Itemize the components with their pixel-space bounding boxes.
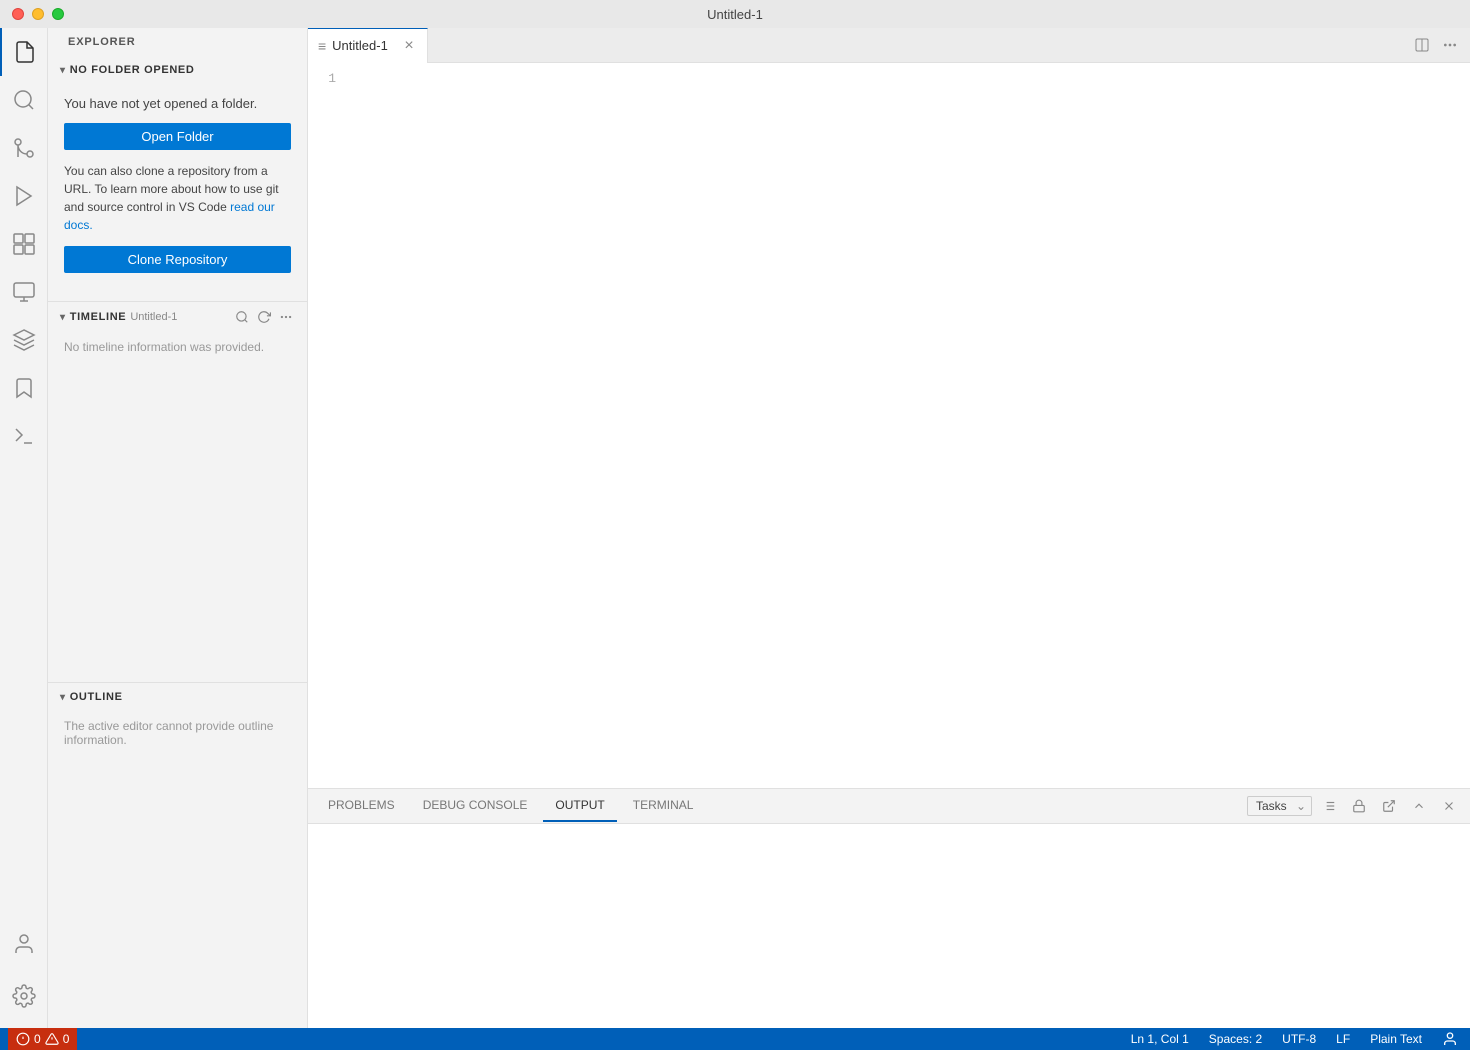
status-right: Ln 1, Col 1 Spaces: 2 UTF-8 LF Plain Tex… — [1127, 1028, 1462, 1050]
status-spaces[interactable]: Spaces: 2 — [1205, 1028, 1266, 1050]
timeline-header[interactable]: ▾ TIMELINE Untitled-1 — [48, 302, 307, 332]
lock-output-button[interactable] — [1346, 795, 1372, 817]
panel-content — [308, 824, 1470, 1028]
status-error-warning[interactable]: 0 0 — [8, 1028, 77, 1050]
code-editor[interactable]: 1 — [308, 63, 1470, 788]
tab-problems[interactable]: PROBLEMS — [316, 790, 407, 822]
no-folder-section: You have not yet opened a folder. Open F… — [48, 84, 307, 297]
status-bar: 0 0 Ln 1, Col 1 Spaces: 2 UTF-8 LF Plain… — [0, 1028, 1470, 1050]
language-label: Plain Text — [1370, 1032, 1422, 1046]
chevron-down-icon: ▾ — [60, 65, 66, 76]
clone-description: You can also clone a repository from a U… — [64, 162, 291, 234]
line-numbers: 1 — [308, 63, 348, 788]
outline-section: ▾ OUTLINE The active editor cannot provi… — [48, 682, 307, 755]
task-select-wrapper: Tasks — [1247, 796, 1312, 816]
timeline-chevron-icon: ▾ — [60, 312, 66, 323]
error-icon — [16, 1032, 30, 1046]
timeline-title: TIMELINE — [70, 311, 127, 323]
line-ending-label: LF — [1336, 1032, 1350, 1046]
panel-tab-bar: PROBLEMS DEBUG CONSOLE OUTPUT TERMINAL T… — [308, 789, 1470, 824]
tab-debug-console[interactable]: DEBUG CONSOLE — [411, 790, 540, 822]
sidebar-item-source-control[interactable] — [0, 124, 48, 172]
timeline-filename: Untitled-1 — [130, 311, 177, 323]
timeline-section: ▾ TIMELINE Untitled-1 — [48, 301, 307, 362]
sidebar-item-extensions[interactable] — [0, 220, 48, 268]
error-count: 0 — [34, 1032, 41, 1046]
tab-bar-actions — [1410, 33, 1470, 57]
editor-container: ≡ Untitled-1 × — [308, 28, 1470, 1028]
tab-bar: ≡ Untitled-1 × — [308, 28, 1470, 63]
sidebar-item-bookmarks[interactable] — [0, 364, 48, 412]
outline-header[interactable]: ▾ OUTLINE — [48, 683, 307, 711]
status-encoding[interactable]: UTF-8 — [1278, 1028, 1320, 1050]
editor-text-area[interactable] — [348, 63, 1470, 788]
tab-terminal[interactable]: TERMINAL — [621, 790, 706, 822]
timeline-more-button[interactable] — [277, 308, 295, 326]
tab-close-button[interactable]: × — [401, 38, 417, 54]
status-line-ending[interactable]: LF — [1332, 1028, 1354, 1050]
clone-repository-button[interactable]: Clone Repository — [64, 246, 291, 273]
accounts-icon[interactable] — [0, 920, 48, 968]
title-bar: Untitled-1 — [0, 0, 1470, 28]
warning-count: 0 — [63, 1032, 70, 1046]
main-layout: EXPLORER ▾ NO FOLDER OPENED You have not… — [0, 28, 1470, 1028]
task-dropdown[interactable]: Tasks — [1247, 796, 1312, 816]
activity-bar — [0, 28, 48, 1028]
status-left: 0 0 — [8, 1028, 77, 1050]
panel: PROBLEMS DEBUG CONSOLE OUTPUT TERMINAL T… — [308, 788, 1470, 1028]
more-actions-button[interactable] — [1438, 33, 1462, 57]
open-folder-button[interactable]: Open Folder — [64, 123, 291, 150]
open-in-editor-button[interactable] — [1376, 795, 1402, 817]
close-panel-button[interactable] — [1436, 795, 1462, 817]
activity-bar-bottom — [0, 920, 48, 1028]
feedback-icon — [1442, 1031, 1458, 1047]
line-number-1: 1 — [308, 71, 336, 86]
timeline-refresh-filter-button[interactable] — [233, 308, 251, 326]
sidebar-item-remote[interactable] — [0, 268, 48, 316]
sidebar-item-explorer[interactable] — [0, 28, 48, 76]
sidebar-item-terminal[interactable] — [0, 412, 48, 460]
sidebar-item-run-debug[interactable] — [0, 172, 48, 220]
status-position[interactable]: Ln 1, Col 1 — [1127, 1028, 1193, 1050]
status-feedback[interactable] — [1438, 1028, 1462, 1050]
clear-output-button[interactable] — [1316, 795, 1342, 817]
outline-empty-message: The active editor cannot provide outline… — [48, 711, 307, 755]
split-editor-button[interactable] — [1410, 33, 1434, 57]
maximize-button[interactable] — [52, 8, 64, 20]
sidebar-item-search[interactable] — [0, 76, 48, 124]
warning-icon — [45, 1032, 59, 1046]
file-icon: ≡ — [318, 38, 326, 54]
close-button[interactable] — [12, 8, 24, 20]
encoding-label: UTF-8 — [1282, 1032, 1316, 1046]
no-folder-message: You have not yet opened a folder. — [64, 96, 291, 111]
sidebar-title: EXPLORER — [48, 28, 307, 56]
outline-chevron-icon: ▾ — [60, 692, 66, 703]
no-folder-header[interactable]: ▾ NO FOLDER OPENED — [48, 56, 307, 84]
minimize-button[interactable] — [32, 8, 44, 20]
tab-label: Untitled-1 — [332, 38, 388, 53]
window-controls — [12, 8, 64, 20]
timeline-refresh-button[interactable] — [255, 308, 273, 326]
settings-icon[interactable] — [0, 972, 48, 1020]
position-label: Ln 1, Col 1 — [1131, 1032, 1189, 1046]
activity-bar-top — [0, 28, 48, 920]
editor-tab-untitled-1[interactable]: ≡ Untitled-1 × — [308, 28, 428, 63]
sidebar: EXPLORER ▾ NO FOLDER OPENED You have not… — [48, 28, 308, 1028]
timeline-empty-message: No timeline information was provided. — [48, 332, 307, 362]
status-language[interactable]: Plain Text — [1366, 1028, 1426, 1050]
outline-title: OUTLINE — [70, 691, 123, 703]
spaces-label: Spaces: 2 — [1209, 1032, 1262, 1046]
sidebar-item-docker[interactable] — [0, 316, 48, 364]
no-folder-title: NO FOLDER OPENED — [70, 64, 195, 76]
scroll-up-button[interactable] — [1406, 795, 1432, 817]
window-title: Untitled-1 — [707, 7, 763, 22]
tab-output[interactable]: OUTPUT — [543, 790, 616, 822]
panel-actions: Tasks — [1247, 795, 1462, 817]
timeline-actions — [233, 308, 295, 326]
